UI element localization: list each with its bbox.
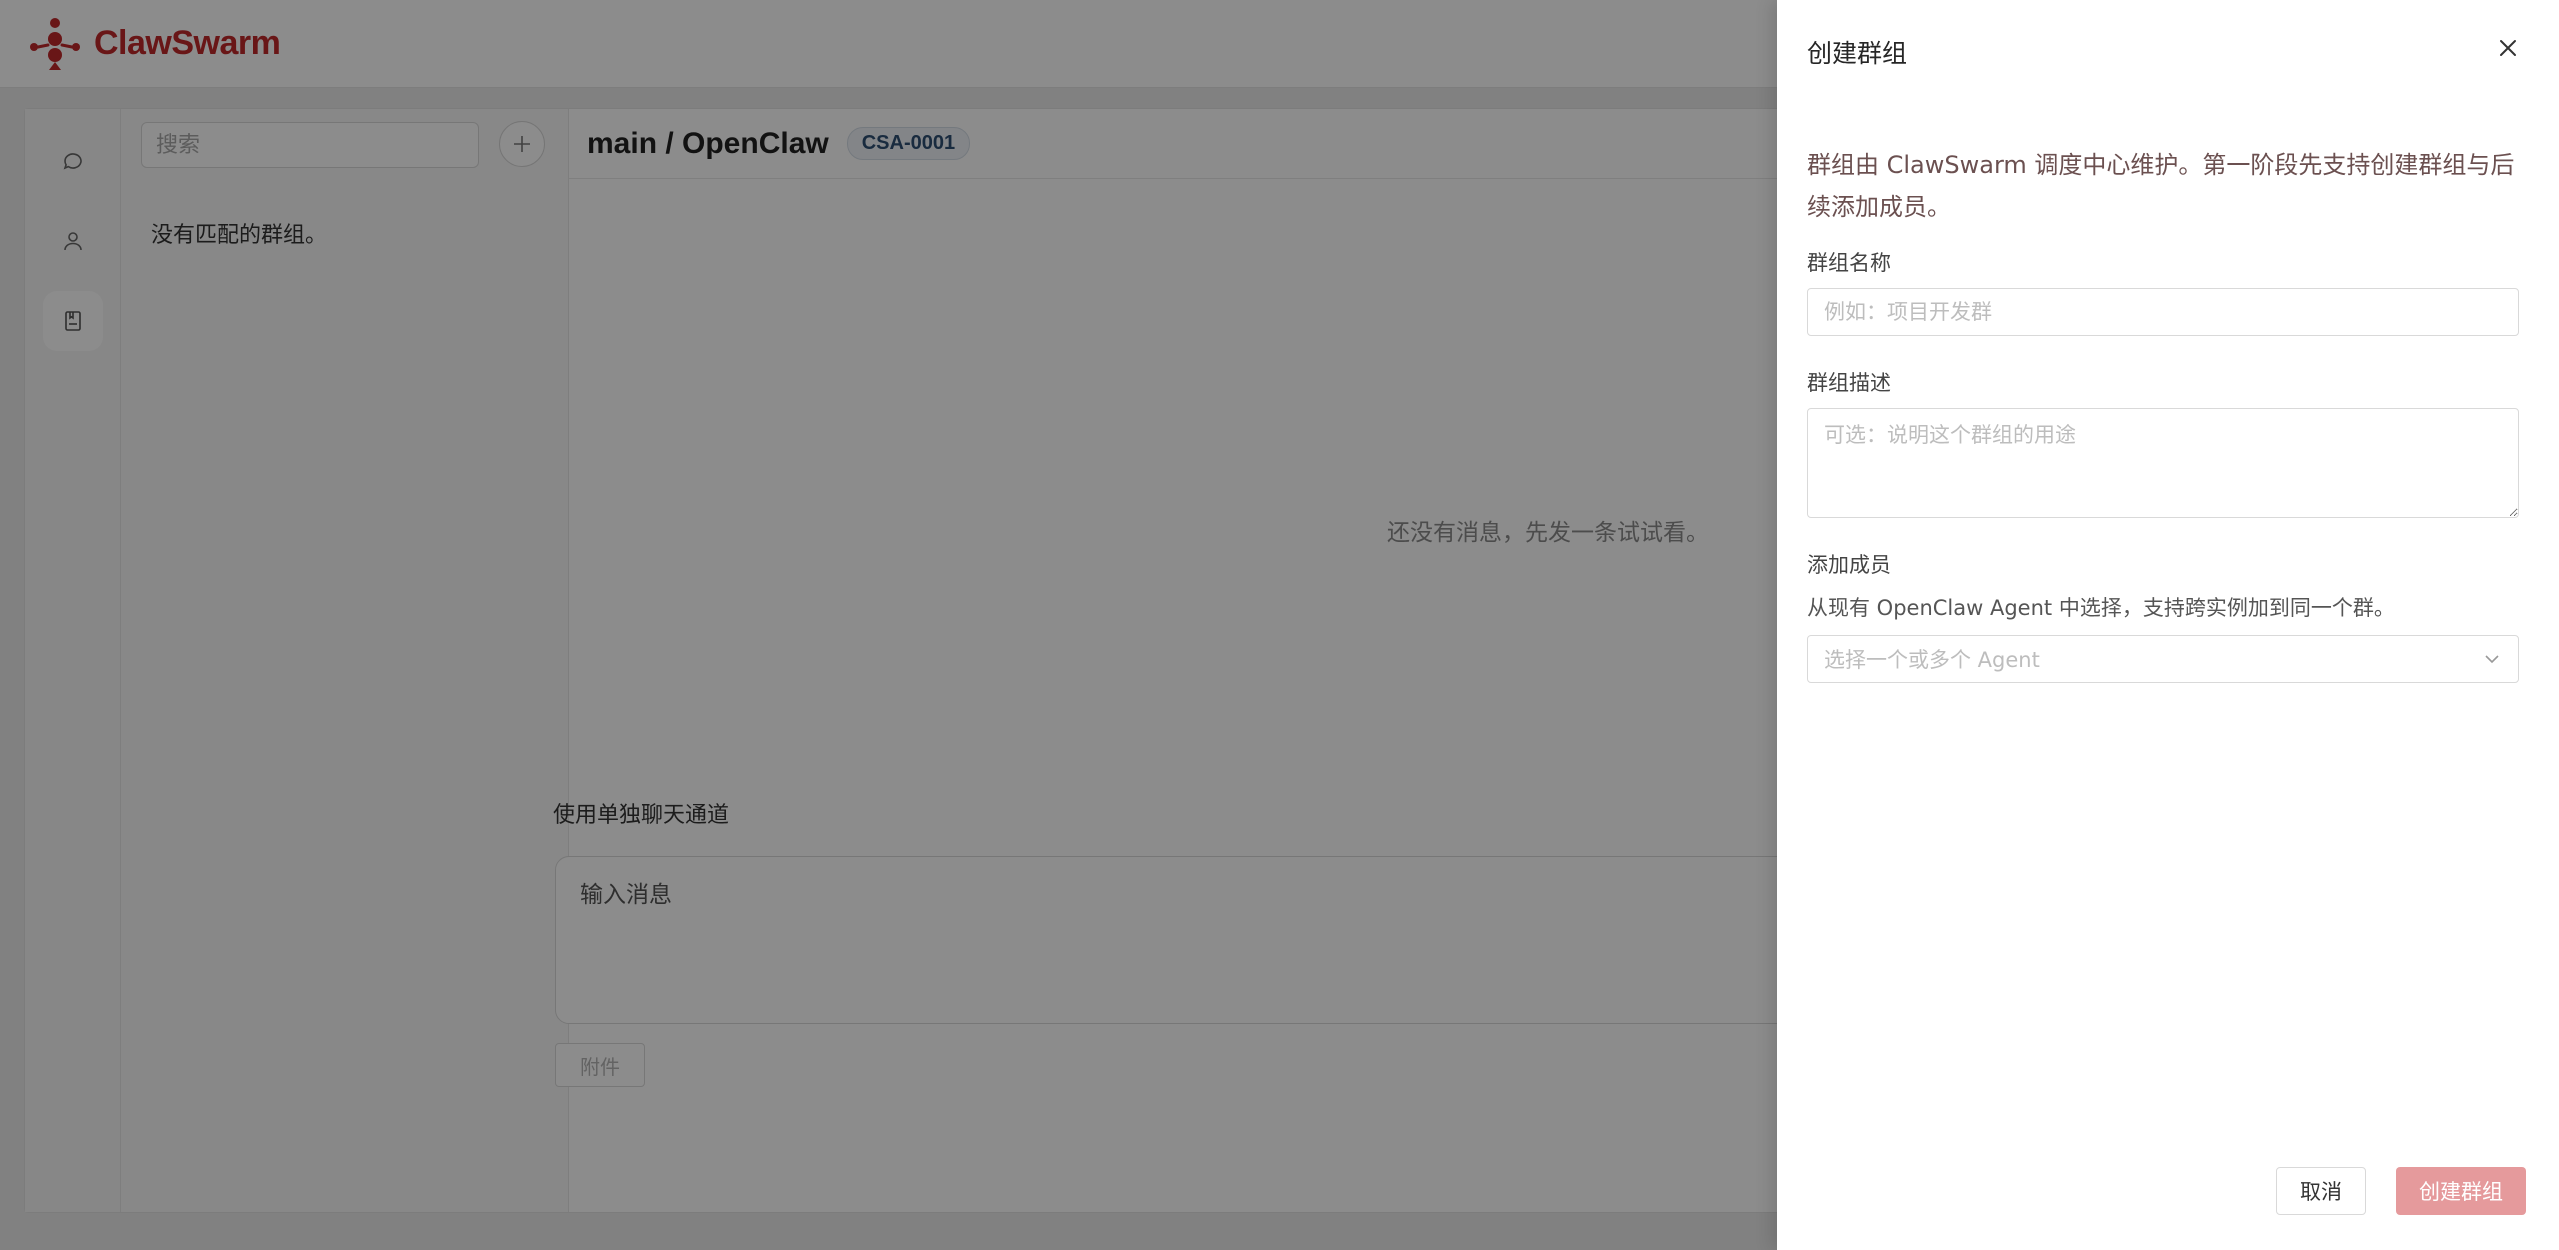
chevron-down-icon	[2485, 655, 2499, 664]
group-name-label: 群组名称	[1807, 251, 1891, 275]
app-window: ClawSwarm 搜索 没有匹配的群组。 main / OpenClaw CS…	[0, 0, 2559, 1250]
group-desc-label: 群组描述	[1807, 371, 1891, 395]
members-label: 添加成员	[1807, 553, 1891, 577]
members-select[interactable]: 选择一个或多个 Agent	[1807, 635, 2519, 683]
create-group-button[interactable]: 创建群组	[2396, 1167, 2526, 1215]
close-icon	[2500, 40, 2516, 56]
members-helper-text: 从现有 OpenClaw Agent 中选择，支持跨实例加到同一个群。	[1807, 596, 2395, 620]
drawer-title: 创建群组	[1807, 39, 1908, 68]
members-select-placeholder: 选择一个或多个 Agent	[1824, 648, 2040, 672]
drawer-intro-text: 群组由 ClawSwarm 调度中心维护。第一阶段先支持创建群组与后续添加成员。	[1807, 151, 2515, 221]
group-name-input[interactable]	[1807, 288, 2519, 336]
group-desc-textarea[interactable]	[1807, 408, 2519, 518]
close-button[interactable]	[2488, 28, 2528, 68]
create-group-drawer: 创建群组 群组由 ClawSwarm 调度中心维护。第一阶段先支持创建群组与后续…	[1777, 0, 2559, 1250]
cancel-button[interactable]: 取消	[2276, 1167, 2366, 1215]
